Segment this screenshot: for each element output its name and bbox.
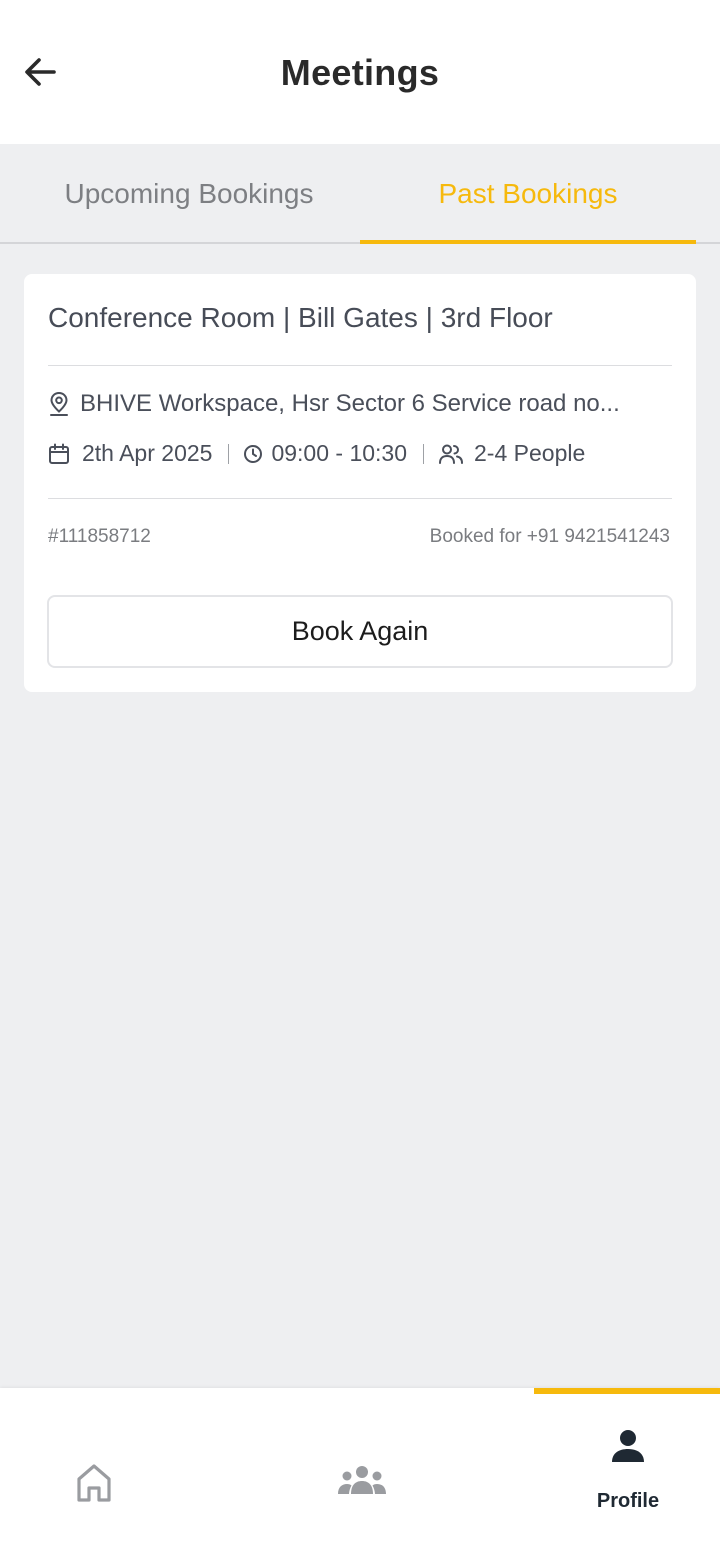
separator: [423, 443, 425, 464]
app-header: Meetings: [0, 0, 720, 144]
people-icon: [438, 443, 464, 465]
booking-card: Conference Room | Bill Gates | 3rd Floor…: [24, 274, 696, 692]
tab-past-bookings[interactable]: Past Bookings: [360, 144, 696, 244]
active-nav-indicator: [534, 1388, 720, 1394]
booked-for-phone: Booked for +91 9421541243: [429, 526, 670, 547]
location-pin-icon: [48, 391, 70, 417]
booking-time: 09:00 - 10:30: [271, 440, 408, 466]
profile-icon: [610, 1428, 646, 1464]
divider: [48, 365, 672, 366]
address-text: BHIVE Workspace, Hsr Sector 6 Service ro…: [80, 390, 620, 417]
address-row: BHIVE Workspace, Hsr Sector 6 Service ro…: [48, 390, 648, 418]
page-title: Meetings: [280, 52, 440, 93]
nav-profile[interactable]: Profile: [580, 1428, 676, 1518]
book-again-button[interactable]: Book Again: [47, 595, 673, 668]
clock-icon: [243, 444, 263, 464]
divider: [48, 498, 672, 499]
calendar-icon: [48, 443, 70, 465]
booking-date: 2th Apr 2025: [82, 440, 213, 466]
nav-home[interactable]: [72, 1460, 116, 1504]
booking-id: #111858712: [48, 526, 151, 547]
nav-profile-label: Profile: [596, 1490, 660, 1512]
separator: [228, 443, 230, 464]
booking-tabs: Upcoming Bookings Past Bookings: [0, 144, 720, 244]
booking-capacity: 2-4 People: [474, 440, 586, 466]
community-icon: [336, 1464, 388, 1500]
home-icon: [72, 1460, 116, 1504]
nav-community[interactable]: [336, 1464, 388, 1500]
tab-upcoming-bookings[interactable]: Upcoming Bookings: [18, 144, 360, 244]
room-title: Conference Room | Bill Gates | 3rd Floor: [48, 302, 553, 333]
booking-meta-row: 2th Apr 2025 09:00 - 10:30 2-4 People: [48, 440, 585, 467]
active-tab-indicator: [360, 240, 696, 244]
bottom-navigation: Profile: [0, 1388, 720, 1560]
